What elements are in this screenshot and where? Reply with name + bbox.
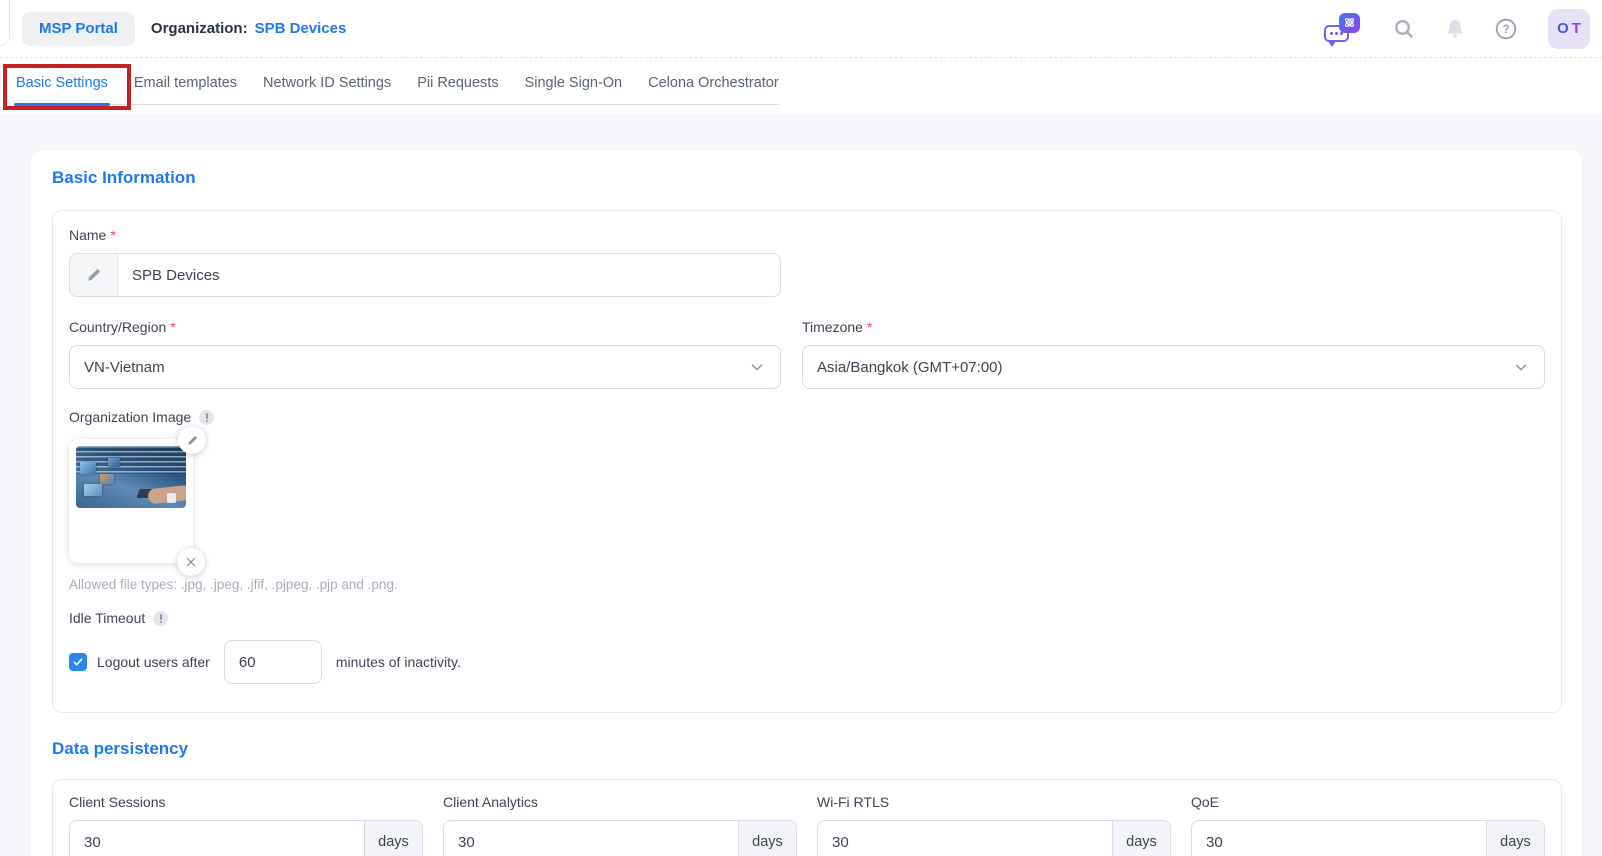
- name-field-group: [69, 253, 781, 297]
- client-analytics-input[interactable]: [444, 821, 738, 856]
- remove-image-button[interactable]: [177, 548, 205, 576]
- msp-portal-button[interactable]: MSP Portal: [22, 11, 135, 46]
- tab-celona-orchestrator[interactable]: Celona Orchestrator: [648, 75, 779, 91]
- svg-text:?: ?: [1502, 24, 1509, 36]
- client-sessions-input[interactable]: [70, 821, 364, 856]
- settings-tab-bar: Basic Settings Email templates Network I…: [0, 58, 1602, 114]
- data-persistency-section: Client Sessions days Client Analytics da…: [52, 779, 1562, 856]
- country-select[interactable]: VN-Vietnam: [69, 345, 781, 389]
- close-icon: [186, 557, 196, 567]
- required-mark: *: [866, 319, 873, 335]
- idle-timeout-label: Idle Timeout: [69, 610, 146, 626]
- country-field: Country/Region * VN-Vietnam: [69, 319, 781, 389]
- pencil-icon: [187, 435, 197, 445]
- qoe-label: QoE: [1191, 794, 1220, 810]
- chat-bubble-tail: [1328, 40, 1336, 47]
- client-analytics-label: Client Analytics: [443, 794, 538, 810]
- pencil-icon: [70, 254, 118, 296]
- organization-image-thumbnail: [76, 446, 186, 508]
- data-persistency-heading: Data persistency: [52, 739, 189, 758]
- qoe-field: QoE days: [1191, 794, 1545, 856]
- search-icon[interactable]: [1391, 16, 1417, 42]
- avatar-initial-1: O: [1557, 20, 1569, 37]
- client-sessions-label: Client Sessions: [69, 794, 166, 810]
- tab-pii-requests[interactable]: Pii Requests: [417, 75, 498, 91]
- chevron-down-icon: [748, 358, 766, 376]
- help-icon[interactable]: ?: [1493, 16, 1519, 42]
- client-analytics-field: Client Analytics days: [443, 794, 797, 856]
- wifi-rtls-label: Wi-Fi RTLS: [817, 794, 890, 810]
- ai-badge-icon: [1339, 12, 1360, 33]
- timezone-select-value: Asia/Bangkok (GMT+07:00): [817, 358, 1003, 376]
- assistant-chat-icon[interactable]: [1322, 11, 1360, 47]
- timezone-label: Timezone *: [802, 319, 873, 335]
- organization-label: Organization:: [150, 20, 248, 37]
- tab-email-templates[interactable]: Email templates: [134, 75, 237, 91]
- timezone-field: Timezone * Asia/Bangkok (GMT+07:00): [802, 319, 1545, 389]
- required-mark: *: [110, 227, 116, 243]
- organization-image-label: Organization Image: [69, 409, 192, 425]
- required-mark: *: [170, 319, 176, 335]
- avatar[interactable]: O T: [1548, 8, 1590, 49]
- basic-information-section: Name* Country/Region* VN-Vietnam: [52, 210, 1562, 713]
- days-unit-label: days: [364, 821, 422, 856]
- wifi-rtls-input[interactable]: [818, 821, 1112, 856]
- wifi-rtls-field: Wi-Fi RTLS days: [817, 794, 1171, 856]
- edit-image-button[interactable]: [178, 426, 206, 454]
- logout-suffix-label: minutes of inactivity.: [335, 654, 461, 670]
- info-icon[interactable]: [199, 409, 215, 425]
- name-label: Name *: [69, 227, 116, 243]
- days-unit-label: days: [1112, 821, 1170, 856]
- country-select-value: VN-Vietnam: [84, 358, 165, 376]
- days-unit-label: days: [1486, 821, 1544, 856]
- bell-icon[interactable]: [1442, 16, 1468, 42]
- top-header: MSP Portal Organization: SPB Devices ? O…: [0, 0, 1602, 58]
- name-input[interactable]: [118, 254, 780, 296]
- avatar-initial-2: T: [1571, 20, 1581, 37]
- allowed-file-types-hint: Allowed file types: .jpg, .jpeg, .jfif, …: [69, 577, 398, 592]
- organization-image-card: [69, 426, 206, 576]
- timezone-select[interactable]: Asia/Bangkok (GMT+07:00): [802, 345, 1545, 389]
- tab-network-id-settings[interactable]: Network ID Settings: [263, 75, 391, 91]
- tab-single-sign-on[interactable]: Single Sign-On: [525, 75, 623, 91]
- sidebar-handle[interactable]: [0, 0, 10, 46]
- logout-checkbox[interactable]: [69, 653, 87, 671]
- checkmark-icon: [73, 658, 83, 666]
- chevron-down-icon: [1512, 358, 1530, 376]
- country-label: Country/Region *: [69, 319, 176, 335]
- client-sessions-field: Client Sessions days: [69, 794, 423, 856]
- logout-checkbox-label: Logout users after: [97, 654, 210, 670]
- header-icons: ? O T: [1322, 8, 1602, 49]
- settings-card: Basic Information Name* Country/Region*: [30, 150, 1582, 856]
- idle-timeout-minutes-input[interactable]: [223, 640, 322, 684]
- qoe-input[interactable]: [1192, 821, 1486, 856]
- info-icon[interactable]: [153, 610, 169, 626]
- basic-information-heading: Basic Information: [52, 168, 196, 187]
- days-unit-label: days: [738, 821, 796, 856]
- organization-link[interactable]: SPB Devices: [255, 20, 347, 37]
- tab-basic-settings[interactable]: Basic Settings: [14, 75, 110, 106]
- organization-breadcrumb: Organization: SPB Devices: [151, 20, 346, 37]
